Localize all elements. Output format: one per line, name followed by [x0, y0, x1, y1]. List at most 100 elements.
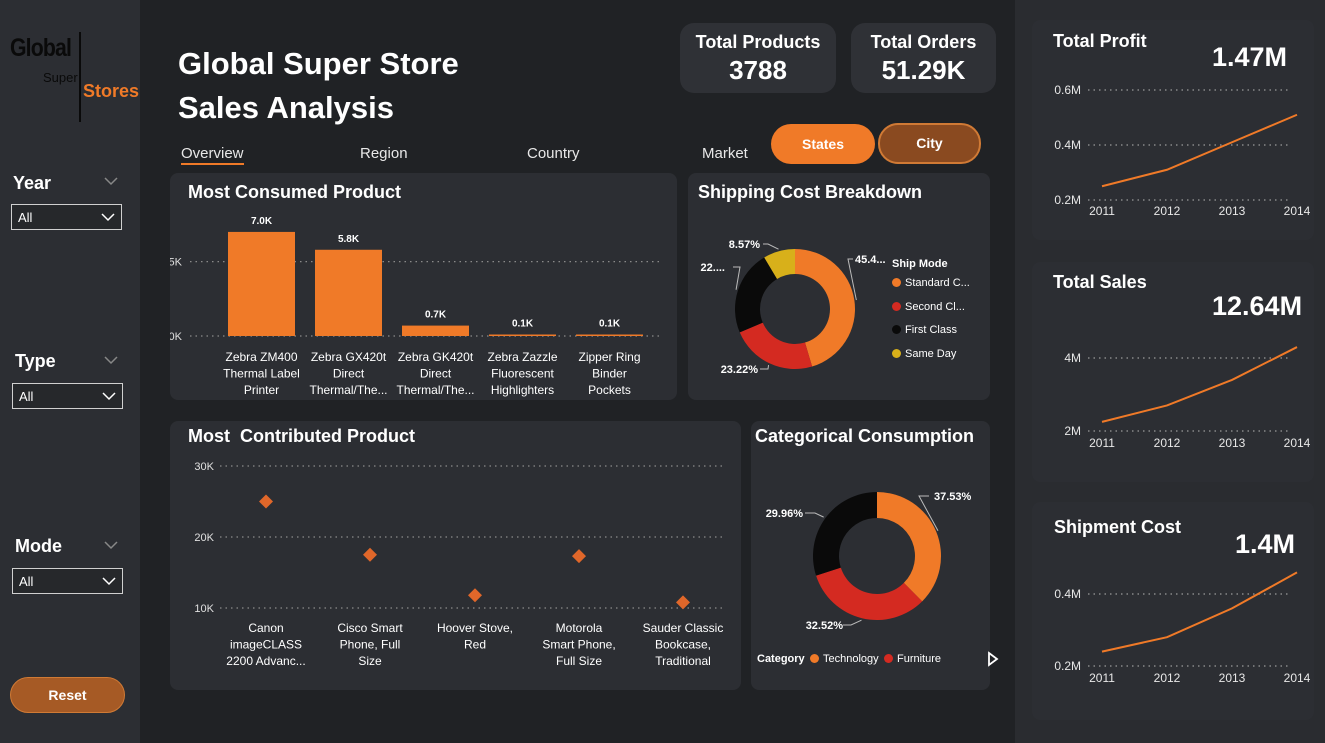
trend-line: [1101, 113, 1298, 188]
x-category-label: Binder: [592, 367, 627, 381]
play-icon[interactable]: [987, 651, 999, 667]
x-category-label: Sauder Classic: [643, 621, 724, 635]
logo-word-super: Super: [43, 70, 78, 85]
trend-line: [1101, 571, 1298, 653]
ship-mode-legend-item: First Class: [892, 324, 957, 336]
y-tick-label: 0.2M: [1054, 659, 1081, 673]
slice-data-label: 23.22%: [721, 364, 759, 376]
leader-line: [733, 266, 741, 290]
category-legend-technology: Technology: [810, 653, 879, 665]
x-category-label: Thermal/The...: [309, 383, 387, 397]
leader-line: [843, 619, 862, 626]
reset-button[interactable]: Reset: [10, 677, 125, 713]
donut-slice: [813, 492, 877, 576]
most-contributed-product-card: Most Contributed Product 10K 20K 30K Canon i…: [170, 421, 741, 690]
x-category-label: Canon: [248, 621, 283, 635]
logo-word-stores: Stores: [83, 81, 140, 101]
x-tick-label: 2011: [1089, 436, 1115, 450]
bar-data-label: 0.7K: [425, 310, 447, 321]
type-filter-value: All: [19, 389, 34, 404]
x-tick-label: 2011: [1089, 671, 1115, 685]
category-legend-furniture: Furniture: [884, 653, 941, 665]
bar: [402, 325, 469, 336]
page-title-line1: Global Super Store: [178, 46, 459, 81]
slice-data-label: 22....: [701, 262, 725, 274]
tab-overview[interactable]: Overview: [181, 145, 244, 165]
x-category-label: Red: [464, 638, 486, 652]
most-contributed-scatter-chart: 10K 20K 30K Canon imageCLASS 2200 Advanc... Ci…: [194, 461, 725, 668]
ship-mode-legend-title: Ship Mode: [892, 258, 948, 270]
bar-data-label: 7.0K: [251, 216, 273, 227]
total-orders-value: 51.29K: [881, 55, 966, 85]
type-filter-dropdown[interactable]: All: [12, 383, 123, 409]
total-products-label: Total Products: [695, 32, 821, 52]
y-tick-label: 0K: [170, 331, 183, 343]
chevron-down-icon[interactable]: [104, 174, 118, 188]
x-category-label: Zipper Ring: [578, 350, 640, 364]
scatter-point: [572, 549, 586, 564]
slice-data-label: 29.96%: [766, 508, 804, 520]
slice-data-label: 32.52%: [806, 620, 844, 632]
x-category-label: Cisco Smart: [337, 621, 403, 635]
x-category-label: Motorola: [556, 621, 603, 635]
chevron-down-icon: [102, 392, 116, 401]
tab-market[interactable]: Market: [702, 145, 748, 162]
x-tick-label: 2013: [1219, 671, 1246, 685]
y-tick-label: 5K: [170, 257, 183, 269]
y-tick-label: 0.6M: [1054, 83, 1081, 97]
x-tick-label: 2014: [1284, 204, 1311, 218]
bar: [576, 334, 643, 337]
chevron-down-icon: [101, 213, 115, 222]
x-tick-label: 2011: [1089, 204, 1115, 218]
x-category-label: Zebra ZM400: [225, 350, 297, 364]
x-tick-label: 2014: [1284, 671, 1311, 685]
mode-filter-dropdown[interactable]: All: [12, 568, 123, 594]
donut-slice: [735, 257, 778, 333]
chevron-down-icon: [102, 577, 116, 586]
y-tick-label: 4M: [1064, 351, 1081, 365]
y-tick-label: 0.2M: [1054, 193, 1081, 207]
x-category-label: Size: [358, 654, 382, 668]
x-category-label: Bookcase,: [655, 638, 711, 652]
y-tick-label: 10K: [194, 603, 214, 615]
legend-dot: [892, 278, 901, 287]
shipment-cost-line-chart: 0.2M 0.4M 2011 2012 2013 2014: [1054, 571, 1311, 685]
x-category-label: Full Size: [556, 654, 602, 668]
x-tick-label: 2012: [1154, 671, 1181, 685]
x-category-label: Direct: [420, 367, 452, 381]
x-category-label: Thermal/The...: [396, 383, 474, 397]
x-tick-label: 2012: [1154, 204, 1181, 218]
chevron-down-icon[interactable]: [104, 538, 118, 552]
x-category-label: Pockets: [588, 383, 631, 397]
chevron-down-icon[interactable]: [104, 353, 118, 367]
x-category-label: Zebra GX420t: [311, 350, 387, 364]
states-button[interactable]: States: [771, 124, 875, 164]
donut-slice: [816, 567, 923, 620]
leader-line: [805, 512, 824, 518]
logo-word-global: Global: [10, 34, 72, 62]
city-button[interactable]: City: [878, 123, 981, 164]
legend-dot: [892, 325, 901, 334]
x-category-label: 2200 Advanc...: [226, 654, 305, 668]
x-category-label: Traditional: [655, 654, 711, 668]
x-category-label: imageCLASS: [230, 638, 302, 652]
type-filter-label: Type: [15, 351, 56, 371]
x-tick-label: 2013: [1219, 204, 1246, 218]
scatter-point: [363, 547, 377, 562]
total-products-value: 3788: [729, 55, 787, 85]
year-filter-value: All: [18, 210, 33, 225]
tab-region[interactable]: Region: [360, 145, 408, 162]
logo-divider: [79, 32, 81, 122]
categorical-donut-chart: 37.53% 32.52% 29.96%: [766, 491, 972, 632]
year-filter-dropdown[interactable]: All: [11, 204, 122, 230]
tab-country[interactable]: Country: [527, 145, 580, 162]
x-tick-label: 2014: [1284, 436, 1311, 450]
leader-line: [763, 243, 779, 250]
scatter-point: [259, 494, 273, 509]
year-filter-label: Year: [13, 173, 52, 193]
y-tick-label: 20K: [194, 532, 214, 544]
leader-line: [760, 365, 770, 370]
x-category-label: Direct: [333, 367, 365, 381]
scatter-point: [676, 595, 690, 610]
categorical-consumption-card: Categorical Consumption 37.53% 32.52% 29.9…: [751, 421, 999, 690]
